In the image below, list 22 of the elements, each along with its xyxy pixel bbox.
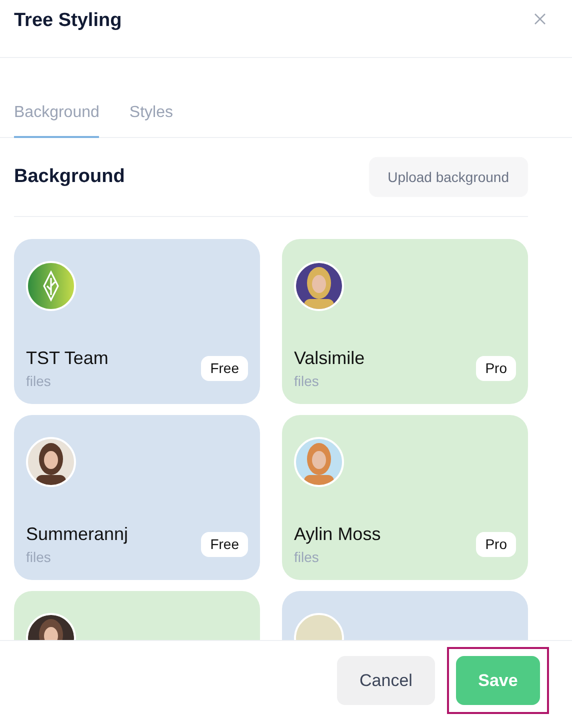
section-title: Background bbox=[14, 164, 125, 189]
close-icon[interactable] bbox=[534, 13, 546, 25]
dialog-title: Tree Styling bbox=[14, 9, 122, 33]
plan-badge: Pro bbox=[476, 532, 516, 557]
card-subtitle: files bbox=[294, 372, 319, 391]
card-name: Valsimile bbox=[294, 347, 365, 369]
card-name: Summerannj bbox=[26, 523, 128, 545]
plan-badge: Free bbox=[201, 532, 248, 557]
card-name: Aylin Moss bbox=[294, 523, 381, 545]
cancel-button[interactable]: Cancel bbox=[337, 656, 435, 705]
plan-badge: Pro bbox=[476, 356, 516, 381]
plan-badge: Free bbox=[201, 356, 248, 381]
card-subtitle: files bbox=[26, 372, 51, 391]
leaf-logo-icon bbox=[26, 261, 76, 311]
card-subtitle: files bbox=[26, 548, 51, 567]
card-name: TST Team bbox=[26, 347, 108, 369]
profile-card[interactable]: Aylin Moss files Pro bbox=[282, 415, 528, 580]
profile-card[interactable]: Summerannj files Free bbox=[14, 415, 260, 580]
upload-background-button[interactable]: Upload background bbox=[368, 157, 528, 197]
card-subtitle: files bbox=[294, 548, 319, 567]
profile-card[interactable]: Valsimile files Pro bbox=[282, 239, 528, 404]
profile-card[interactable]: TST Team files Free bbox=[14, 239, 260, 404]
